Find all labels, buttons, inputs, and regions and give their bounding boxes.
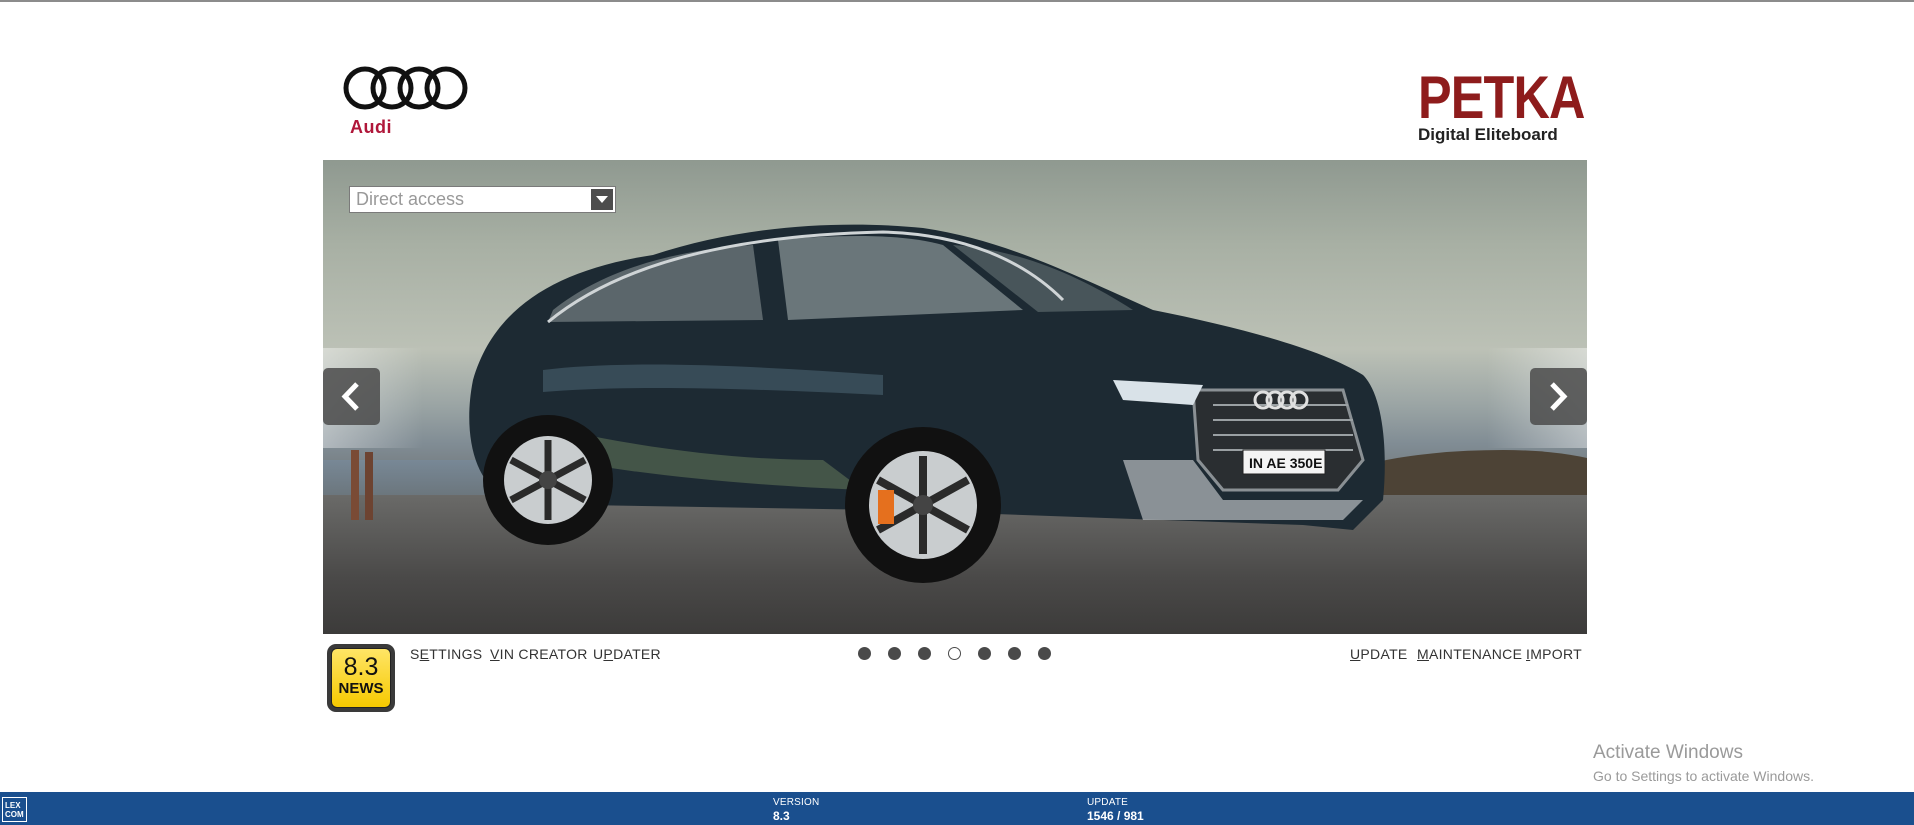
carousel-dot[interactable] — [948, 647, 961, 660]
dropdown-button[interactable] — [591, 189, 613, 210]
petka-title: PETKA — [1418, 64, 1585, 131]
carousel-dot[interactable] — [1038, 647, 1051, 660]
license-plate: IN AE 350E — [1249, 455, 1322, 471]
hero-car-image: IN AE 350E — [323, 160, 1587, 634]
chevron-down-icon — [596, 196, 608, 203]
carousel-dot[interactable] — [888, 647, 901, 660]
carousel-prev-button[interactable] — [323, 368, 380, 425]
chevron-left-icon — [341, 382, 359, 411]
updater-link[interactable]: UPDATER — [593, 646, 661, 662]
direct-access-input[interactable] — [352, 188, 596, 211]
carousel-dot[interactable] — [978, 647, 991, 660]
vin-creator-link[interactable]: VIN CREATOR — [490, 646, 588, 662]
window-top-border — [0, 0, 1914, 2]
settings-link[interactable]: SETTINGS — [410, 646, 482, 662]
watermark-subtitle: Go to Settings to activate Windows. — [1593, 768, 1814, 784]
windows-activation-watermark: Activate Windows Go to Settings to activ… — [1593, 742, 1814, 784]
audi-brand-name: Audi — [350, 117, 392, 137]
version-label: VERSION — [773, 797, 820, 808]
carousel-next-button[interactable] — [1530, 368, 1587, 425]
update-label: UPDATE — [1087, 797, 1129, 808]
lexcom-logo: LEX COM — [2, 797, 27, 822]
watermark-title: Activate Windows — [1593, 742, 1743, 763]
carousel-dot[interactable] — [858, 647, 871, 660]
import-link[interactable]: IMPORT — [1526, 646, 1582, 662]
news-version: 8.3 — [343, 653, 379, 681]
update-link[interactable]: UPDATE — [1350, 646, 1408, 662]
carousel-dot[interactable] — [918, 647, 931, 660]
car-illustration: IN AE 350E — [469, 224, 1385, 583]
direct-access-combobox[interactable] — [349, 186, 616, 213]
news-button[interactable]: 8.3 NEWS — [327, 644, 395, 712]
audi-rings-logo — [343, 66, 468, 110]
petka-logo: PETKA Digital Eliteboard — [1418, 64, 1585, 145]
version-value: 8.3 — [773, 809, 790, 823]
maintenance-link[interactable]: MAINTENANCE — [1417, 646, 1522, 662]
news-label: NEWS — [338, 680, 384, 697]
chevron-right-icon — [1550, 382, 1568, 411]
news-badge-face: 8.3 NEWS — [331, 648, 391, 708]
status-bar: LEX COM VERSION 8.3 UPDATE 1546 / 981 — [0, 792, 1914, 825]
update-value: 1546 / 981 — [1087, 809, 1144, 823]
carousel-dot[interactable] — [1008, 647, 1021, 660]
